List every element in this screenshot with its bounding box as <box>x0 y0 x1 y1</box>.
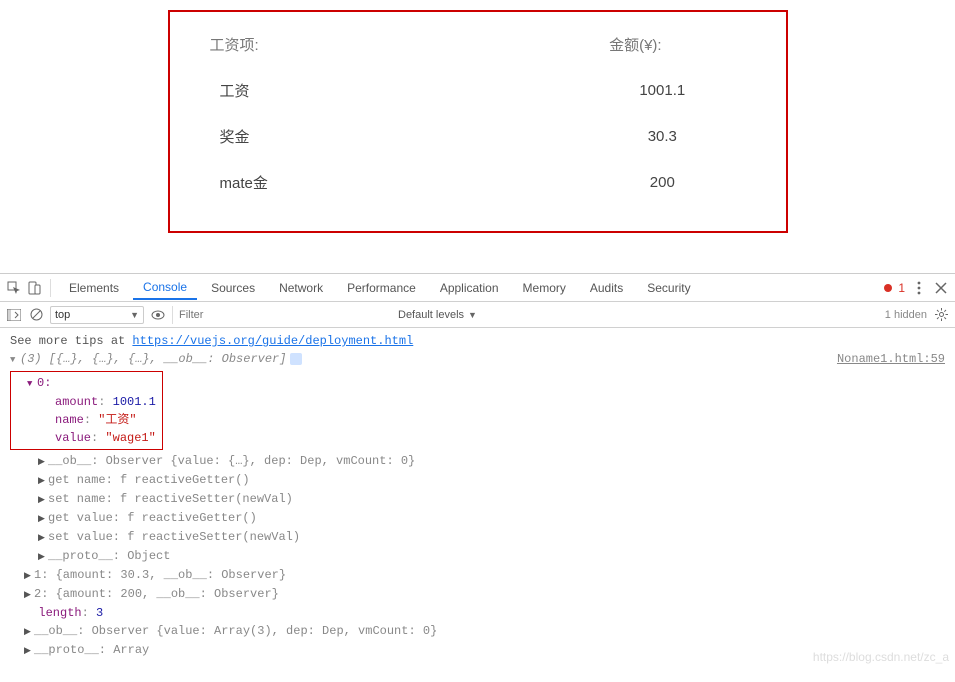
row-amount: 30.3 <box>539 128 785 145</box>
prop-line[interactable]: __ob__: Observer {value: Array(3), dep: … <box>10 622 945 641</box>
object-index[interactable]: 0: <box>13 374 156 393</box>
tab-elements[interactable]: Elements <box>59 277 129 299</box>
prop-line[interactable]: set name: f reactiveSetter(newVal) <box>10 490 945 509</box>
context-value: top <box>55 309 70 321</box>
error-count[interactable]: 1 <box>898 281 905 295</box>
prop-line[interactable]: get name: f reactiveGetter() <box>10 471 945 490</box>
table-header-row: 工资项: 金额(¥): <box>170 22 786 68</box>
tab-performance[interactable]: Performance <box>337 277 426 299</box>
prop-line[interactable]: __proto__: Array <box>10 641 945 660</box>
tab-sources[interactable]: Sources <box>201 277 265 299</box>
filter-input[interactable] <box>172 306 392 324</box>
row-amount: 1001.1 <box>539 82 785 99</box>
prop-line: value: "wage1" <box>13 429 156 447</box>
divider <box>50 279 51 297</box>
tab-network[interactable]: Network <box>269 277 333 299</box>
levels-label: Default levels <box>398 309 464 321</box>
table-row: 奖金 30.3 <box>170 114 786 160</box>
gear-icon[interactable] <box>933 307 949 323</box>
length-line: length: 3 <box>10 604 945 622</box>
error-dot-icon[interactable] <box>884 284 892 292</box>
page-content: 工资项: 金额(¥): 工资 1001.1 奖金 30.3 mate金 200 <box>0 10 955 233</box>
prop-line[interactable]: __proto__: Object <box>10 547 945 566</box>
console-output[interactable]: See more tips at https://vuejs.org/guide… <box>0 328 955 670</box>
row-name: 工资 <box>170 80 540 101</box>
header-amount: 金额(¥): <box>539 34 785 55</box>
close-icon[interactable] <box>933 280 949 296</box>
hidden-count[interactable]: 1 hidden <box>885 309 927 321</box>
header-name: 工资项: <box>170 34 540 55</box>
tab-audits[interactable]: Audits <box>580 277 633 299</box>
devtools-tabs: Elements Console Sources Network Perform… <box>0 274 955 302</box>
prop-line: name: "工资" <box>13 411 156 429</box>
table-row: 工资 1001.1 <box>170 68 786 114</box>
prop-line[interactable]: __ob__: Observer {value: {…}, dep: Dep, … <box>10 452 945 471</box>
row-name: mate金 <box>170 172 540 193</box>
info-badge-icon[interactable] <box>290 353 302 365</box>
prop-line[interactable]: get value: f reactiveGetter() <box>10 509 945 528</box>
source-link[interactable]: Noname1.html:59 <box>837 350 945 368</box>
chevron-down-icon: ▼ <box>130 310 139 320</box>
row-amount: 200 <box>539 174 785 191</box>
table-row: mate金 200 <box>170 160 786 206</box>
log-array-header[interactable]: (3) [{…}, {…}, {…}, __ob__: Observer] <box>10 350 945 369</box>
log-levels-select[interactable]: Default levels ▼ <box>398 309 477 321</box>
expanded-object-highlight: 0: amount: 1001.1 name: "工资" value: "wag… <box>10 371 163 450</box>
tab-memory[interactable]: Memory <box>513 277 576 299</box>
device-icon[interactable] <box>26 280 42 296</box>
object-index[interactable]: 2: {amount: 200, __ob__: Observer} <box>10 585 945 604</box>
watermark: https://blog.csdn.net/zc_a <box>813 648 949 666</box>
devtools-panel: Elements Console Sources Network Perform… <box>0 273 955 670</box>
clear-icon[interactable] <box>28 307 44 323</box>
tip-link[interactable]: https://vuejs.org/guide/deployment.html <box>132 334 413 348</box>
eye-icon[interactable] <box>150 307 166 323</box>
salary-table: 工资项: 金额(¥): 工资 1001.1 奖金 30.3 mate金 200 <box>168 10 788 233</box>
inspect-icon[interactable] <box>6 280 22 296</box>
console-tip: See more tips at https://vuejs.org/guide… <box>10 332 945 350</box>
kebab-icon[interactable] <box>911 280 927 296</box>
sidebar-toggle-icon[interactable] <box>6 307 22 323</box>
tab-application[interactable]: Application <box>430 277 509 299</box>
row-name: 奖金 <box>170 126 540 147</box>
prop-line: amount: 1001.1 <box>13 393 156 411</box>
console-toolbar: top ▼ Default levels ▼ 1 hidden <box>0 302 955 328</box>
prop-line[interactable]: set value: f reactiveSetter(newVal) <box>10 528 945 547</box>
object-index[interactable]: 1: {amount: 30.3, __ob__: Observer} <box>10 566 945 585</box>
context-select[interactable]: top ▼ <box>50 306 144 324</box>
tab-security[interactable]: Security <box>637 277 700 299</box>
tab-console[interactable]: Console <box>133 276 197 300</box>
chevron-down-icon: ▼ <box>468 310 477 320</box>
